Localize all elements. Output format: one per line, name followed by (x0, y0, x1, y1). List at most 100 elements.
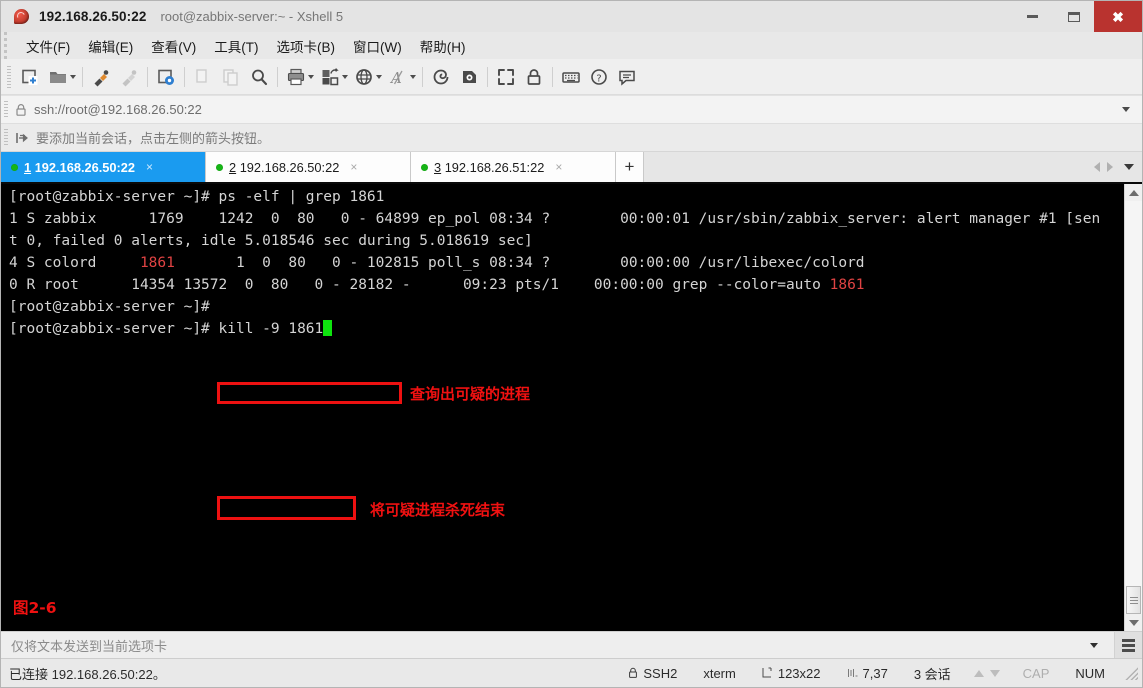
tab-index: 1 (24, 159, 32, 175)
tab-title: 192.168.26.50:22 (34, 159, 136, 175)
connect-icon[interactable] (87, 63, 115, 91)
tab-2[interactable]: 2 192.168.26.50:22 × (206, 152, 411, 182)
print-dropdown-caret[interactable] (308, 74, 314, 79)
lock-icon (15, 103, 27, 117)
address-bar[interactable]: ssh://root@192.168.26.50:22 (1, 95, 1142, 124)
send-to-tab-input[interactable]: 仅将文本发送到当前选项卡 (11, 636, 167, 655)
menu-view[interactable]: 查看(V) (142, 34, 205, 58)
terminal-line-4: 4 S colord 1861 1 0 80 0 - 102815 poll_s… (9, 252, 865, 274)
menu-help[interactable]: 帮助(H) (411, 34, 475, 58)
status-size: 123x22 (749, 659, 834, 687)
chevron-right-icon[interactable] (1107, 162, 1113, 172)
resize-icon (762, 667, 773, 679)
tab-status-dot (216, 163, 223, 171)
lock-icon[interactable] (520, 63, 548, 91)
tab-label: 3 192.168.26.51:22 (434, 160, 544, 175)
menu-window[interactable]: 窗口(W) (344, 34, 411, 58)
record-icon[interactable] (455, 63, 483, 91)
status-cursor: 7,37 (834, 659, 901, 687)
globe-dropdown-caret[interactable] (376, 74, 382, 79)
terminal-line-3: t 0, failed 0 alerts, idle 5.018546 sec … (9, 230, 533, 252)
upload-arrow-icon (973, 669, 984, 677)
log-icon[interactable] (427, 63, 455, 91)
window-title: 192.168.26.50:22 (39, 9, 147, 24)
scroll-thumb[interactable] (1126, 586, 1141, 614)
keyboard-icon[interactable] (557, 63, 585, 91)
maximize-button[interactable] (1053, 1, 1094, 32)
terminal-output[interactable]: [root@zabbix-server ~]# ps -elf | grep 1… (1, 184, 1124, 631)
hamburger-icon[interactable] (1114, 632, 1142, 658)
menu-file[interactable]: 文件(F) (17, 34, 79, 58)
terminal-text: 1 0 80 0 - 102815 poll_s 08:34 ? 00:00:0… (174, 255, 865, 271)
chevron-left-icon[interactable] (1094, 162, 1100, 172)
font-dropdown-caret[interactable] (410, 74, 416, 79)
scroll-down-arrow[interactable] (1125, 614, 1142, 631)
window-controls: ✖ (1012, 1, 1142, 32)
find-icon[interactable] (245, 63, 273, 91)
terminal-area: [root@zabbix-server ~]# ps -elf | grep 1… (1, 182, 1142, 631)
resize-grip-icon[interactable] (1124, 666, 1138, 680)
folder-dropdown-caret[interactable] (70, 74, 76, 79)
print-icon[interactable] (282, 63, 310, 91)
protocol-label: SSH2 (643, 665, 678, 681)
tab-close-icon[interactable]: × (552, 160, 565, 174)
font-icon[interactable]: A (384, 63, 412, 91)
terminal-line-5: 0 R root 14354 13572 0 80 0 - 28182 - 09… (9, 274, 865, 296)
transfer-file-icon[interactable] (316, 63, 344, 91)
minimize-button[interactable] (1012, 1, 1053, 32)
copy-icon (189, 63, 217, 91)
terminal-text: [root@zabbix-server ~]# (9, 299, 210, 315)
transfer-dropdown-caret[interactable] (342, 74, 348, 79)
tab-close-icon[interactable]: × (143, 160, 156, 174)
notice-bar: 要添加当前会话，点击左侧的箭头按钮。 (1, 124, 1142, 152)
tab-index: 3 (434, 159, 442, 175)
cursor-pos-icon (847, 667, 858, 679)
address-bar-grip[interactable] (4, 100, 8, 119)
notice-bar-grip[interactable] (4, 128, 8, 147)
menu-edit[interactable]: 编辑(E) (79, 34, 142, 58)
tab-title: 192.168.26.51:22 (444, 159, 545, 175)
address-input[interactable]: ssh://root@192.168.26.50:22 (34, 102, 202, 117)
xshell-window: 192.168.26.50:22 root@zabbix-server:~ - … (0, 0, 1143, 688)
menu-tabs[interactable]: 选项卡(B) (268, 34, 345, 58)
scroll-up-arrow[interactable] (1125, 184, 1142, 201)
status-sessions: 3 会话 (901, 659, 964, 687)
terminal-text: 1 S zabbix 1769 1242 0 80 0 - 64899 ep_p… (9, 211, 1101, 227)
session-properties-icon[interactable] (152, 63, 180, 91)
num-label: NUM (1075, 665, 1105, 681)
toolbar-grip[interactable] (7, 65, 11, 88)
new-tab-button[interactable]: + (616, 152, 644, 182)
chevron-down-icon[interactable] (1090, 642, 1098, 648)
chevron-down-icon[interactable] (1124, 164, 1134, 170)
open-folder-icon[interactable] (44, 63, 72, 91)
send-to-tab-bar[interactable]: 仅将文本发送到当前选项卡 (1, 631, 1142, 658)
tab-close-icon[interactable]: × (347, 160, 360, 174)
figure-label: 图2-6 (13, 599, 57, 617)
menu-tools[interactable]: 工具(T) (205, 34, 267, 58)
tab-1[interactable]: 1 192.168.26.50:22 × (1, 152, 206, 182)
scrollbar-track[interactable] (1125, 201, 1142, 614)
toolbar-separator (82, 66, 83, 87)
terminal-type-label: xterm (703, 665, 736, 681)
tab-label: 2 192.168.26.50:22 (229, 160, 339, 175)
toolbar-separator (422, 66, 423, 87)
menu-bar: 文件(F) 编辑(E) 查看(V) 工具(T) 选项卡(B) 窗口(W) 帮助(… (4, 32, 1142, 59)
window-subtitle: root@zabbix-server:~ - Xshell 5 (160, 9, 344, 24)
help-icon[interactable]: ? (585, 63, 613, 91)
fullscreen-icon[interactable] (492, 63, 520, 91)
comment-icon[interactable] (613, 63, 641, 91)
tab-bar: 1 192.168.26.50:22 × 2 192.168.26.50:22 … (1, 152, 1142, 182)
globe-icon[interactable] (350, 63, 378, 91)
tab-3[interactable]: 3 192.168.26.51:22 × (411, 152, 616, 182)
chevron-down-icon[interactable] (1122, 107, 1130, 112)
close-button[interactable]: ✖ (1094, 1, 1142, 32)
arrow-to-bar-icon[interactable] (15, 131, 29, 145)
toolbar-separator (552, 66, 553, 87)
tab-label: 1 192.168.26.50:22 (24, 160, 135, 175)
disconnect-icon (115, 63, 143, 91)
tab-status-dot (11, 163, 18, 171)
terminal-scrollbar[interactable] (1124, 184, 1142, 631)
new-session-icon[interactable] (16, 63, 44, 91)
terminal-text: t 0, failed 0 alerts, idle 5.018546 sec … (9, 233, 533, 249)
app-icon (11, 7, 31, 27)
